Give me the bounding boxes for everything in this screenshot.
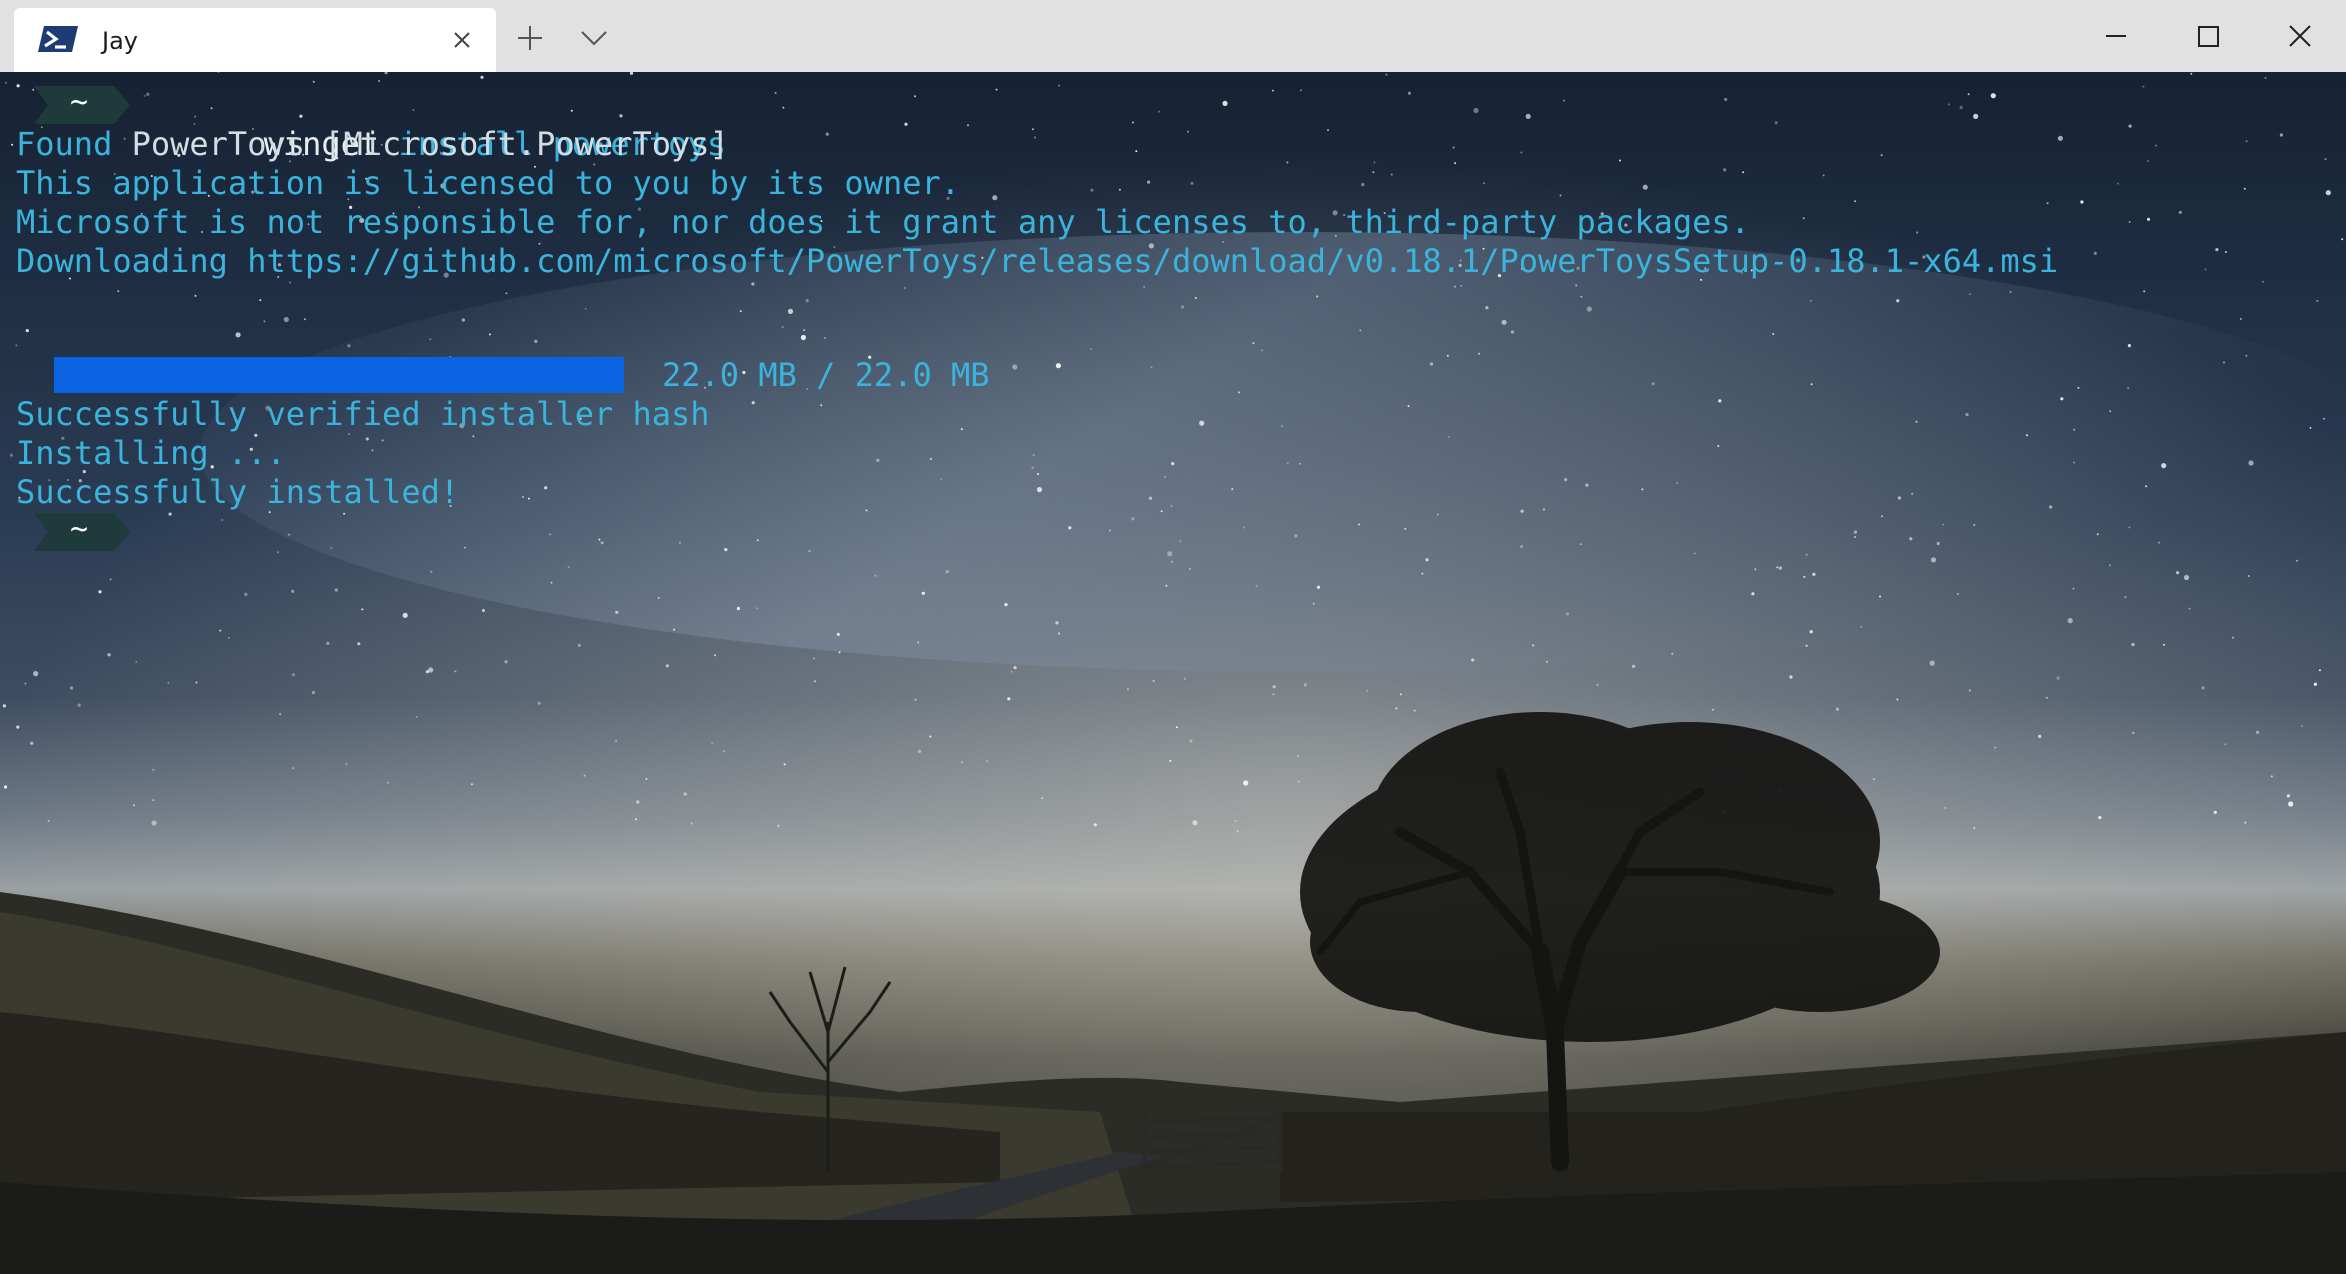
found-line: Found PowerToys [Microsoft.PowerToys] [16,125,729,164]
license-line: This application is licensed to you by i… [16,164,961,202]
title-bar: Jay [0,0,2346,72]
download-progress-text: 22.0 MB / 22.0 MB [662,356,990,394]
download-progress-fill [54,357,624,393]
prompt-tilde: ~ [70,85,89,120]
tab-title: Jay [102,27,138,55]
prompt-tilde: ~ [70,512,89,547]
installing-line: Installing ... [16,434,286,472]
minimize-icon[interactable] [2094,14,2138,58]
downloading-line: Downloading https://github.com/microsoft… [16,242,2059,280]
chevron-down-icon[interactable] [574,18,614,58]
close-window-icon[interactable] [2278,14,2322,58]
prompt-segment: ~ [34,85,130,124]
prompt-segment: ~ [34,512,130,551]
found-id: [Microsoft.PowerToys] [324,125,729,163]
found-prefix: Found [16,125,132,163]
new-tab-plus-icon[interactable] [510,18,550,58]
found-name: PowerToys [131,125,305,163]
maximize-icon[interactable] [2186,14,2230,58]
tab-jay[interactable]: Jay [14,8,496,72]
terminal-pane[interactable]: ~ winget install powertoys Found PowerTo… [0,72,2346,1274]
verified-line: Successfully verified installer hash [16,395,710,433]
command-line: winget install powertoys [148,86,726,163]
terminal-output: ~ winget install powertoys Found PowerTo… [0,72,2346,1274]
download-progress-bar [54,357,624,393]
powershell-icon [36,24,80,54]
close-icon[interactable] [446,24,478,56]
installed-line: Successfully installed! [16,473,460,511]
responsibility-line: Microsoft is not responsible for, nor do… [16,203,1750,241]
